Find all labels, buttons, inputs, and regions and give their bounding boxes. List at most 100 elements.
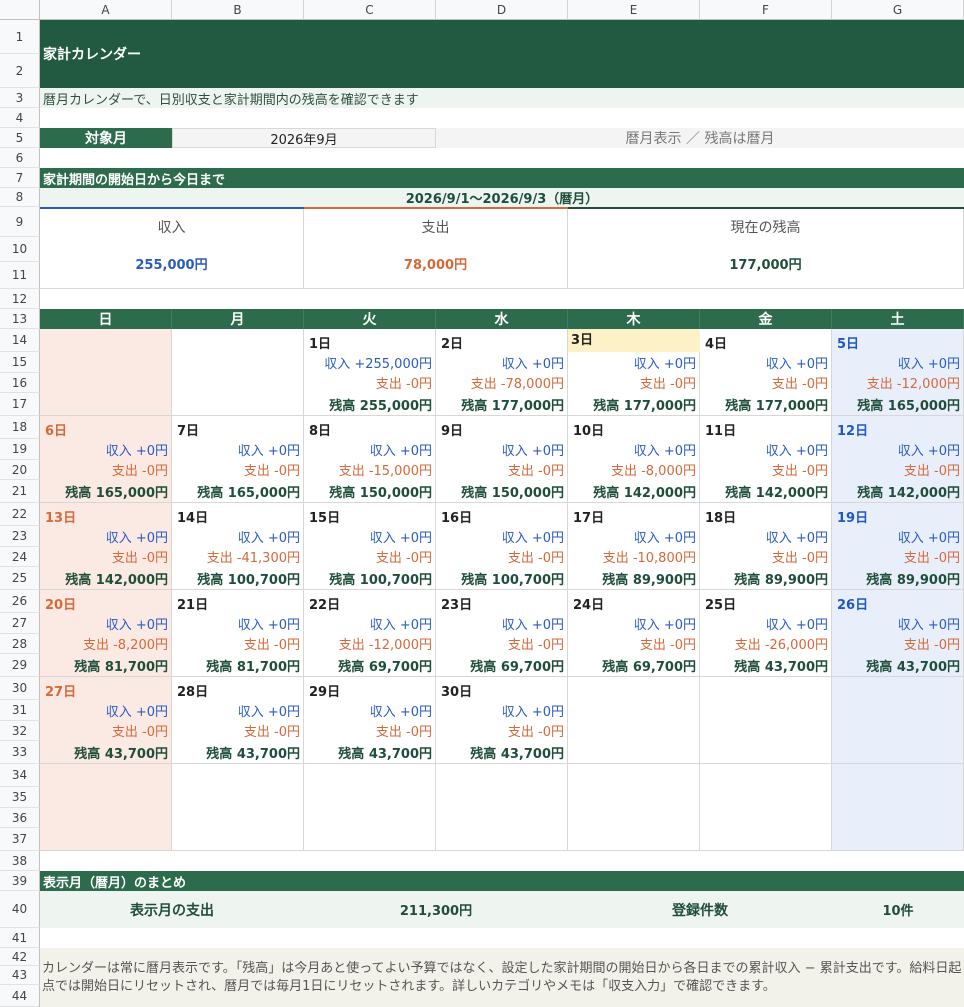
- row-header[interactable]: 21: [0, 480, 40, 503]
- calendar-empty-cell[interactable]: [832, 677, 964, 764]
- calendar-day-cell[interactable]: 26日 収入 +0円 支出 -0円 残高 43,700円: [832, 590, 964, 677]
- row-header[interactable]: 31: [0, 700, 40, 721]
- column-header[interactable]: D: [436, 0, 568, 20]
- calendar-day-cell[interactable]: 11日 収入 +0円 支出 -0円 残高 142,000円: [700, 416, 832, 503]
- calendar-empty-cell[interactable]: [40, 764, 172, 851]
- row-header[interactable]: 36: [0, 808, 40, 828]
- calendar-day-cell[interactable]: 22日 収入 +0円 支出 -12,000円 残高 69,700円: [304, 590, 436, 677]
- calendar-day-cell[interactable]: 2日 収入 +0円 支出 -78,000円 残高 177,000円: [436, 329, 568, 416]
- column-header[interactable]: A: [40, 0, 172, 20]
- column-header[interactable]: C: [304, 0, 436, 20]
- calendar-day-cell[interactable]: 12日 収入 +0円 支出 -0円 残高 142,000円: [832, 416, 964, 503]
- row-header[interactable]: 43: [0, 966, 40, 985]
- calendar-day-cell[interactable]: 4日 収入 +0円 支出 -0円 残高 177,000円: [700, 329, 832, 416]
- row-header[interactable]: 26: [0, 590, 40, 613]
- row-header[interactable]: 35: [0, 787, 40, 808]
- calendar-day-cell[interactable]: 28日 収入 +0円 支出 -0円 残高 43,700円: [172, 677, 304, 764]
- row-header[interactable]: 30: [0, 677, 40, 700]
- row-header[interactable]: 6: [0, 148, 40, 168]
- row-header[interactable]: 41: [0, 928, 40, 948]
- row-header[interactable]: 38: [0, 851, 40, 871]
- calendar-empty-cell[interactable]: [832, 764, 964, 851]
- row-header[interactable]: 19: [0, 439, 40, 460]
- period-income-label: 収入: [157, 220, 186, 236]
- calendar-day-cell[interactable]: 21日 収入 +0円 支出 -0円 残高 81,700円: [172, 590, 304, 677]
- calendar-day-cell[interactable]: 3日 収入 +0円 支出 -0円 残高 177,000円: [568, 329, 700, 416]
- calendar-day-cell[interactable]: 1日 収入 +255,000円 支出 -0円 残高 255,000円: [304, 329, 436, 416]
- calendar-day-cell[interactable]: 13日 収入 +0円 支出 -0円 残高 142,000円: [40, 503, 172, 590]
- calendar-day-cell[interactable]: 14日 収入 +0円 支出 -41,300円 残高 100,700円: [172, 503, 304, 590]
- calendar-empty-cell[interactable]: [40, 329, 172, 416]
- calendar-day-cell[interactable]: 6日 収入 +0円 支出 -0円 残高 165,000円: [40, 416, 172, 503]
- column-header[interactable]: E: [568, 0, 700, 20]
- row-header[interactable]: 11: [0, 262, 40, 289]
- period-income-value: 255,000円: [135, 258, 208, 273]
- calendar-day-cell[interactable]: 15日 収入 +0円 支出 -0円 残高 100,700円: [304, 503, 436, 590]
- row-header[interactable]: 13: [0, 309, 40, 329]
- row-header[interactable]: 7: [0, 168, 40, 188]
- calendar-day-cell[interactable]: 20日 収入 +0円 支出 -8,200円 残高 81,700円: [40, 590, 172, 677]
- column-header[interactable]: G: [832, 0, 964, 20]
- month-expense-label: 表示月の支出: [130, 902, 214, 919]
- row-header[interactable]: 27: [0, 613, 40, 634]
- day-expense: 支出 -0円: [507, 725, 564, 740]
- calendar-day-cell[interactable]: 10日 収入 +0円 支出 -8,000円 残高 142,000円: [568, 416, 700, 503]
- calendar-empty-cell[interactable]: [172, 329, 304, 416]
- calendar-empty-cell[interactable]: [304, 764, 436, 851]
- calendar-day-cell[interactable]: 23日 収入 +0円 支出 -0円 残高 69,700円: [436, 590, 568, 677]
- row-header[interactable]: 16: [0, 373, 40, 393]
- calendar-day-cell[interactable]: 24日 収入 +0円 支出 -0円 残高 69,700円: [568, 590, 700, 677]
- row-header[interactable]: 33: [0, 741, 40, 764]
- column-header[interactable]: B: [172, 0, 304, 20]
- row-header[interactable]: 44: [0, 985, 40, 1007]
- row-header[interactable]: 2: [0, 54, 40, 88]
- calendar-day-cell[interactable]: 8日 収入 +0円 支出 -15,000円 残高 150,000円: [304, 416, 436, 503]
- calendar-empty-cell[interactable]: [568, 677, 700, 764]
- row-header[interactable]: 14: [0, 329, 40, 352]
- row-header[interactable]: 25: [0, 567, 40, 590]
- row-header[interactable]: 34: [0, 764, 40, 787]
- select-all-corner[interactable]: [0, 0, 40, 20]
- row-header[interactable]: 20: [0, 460, 40, 480]
- row-header[interactable]: 24: [0, 547, 40, 567]
- day-balance: 残高 165,000円: [197, 486, 300, 501]
- calendar-day-cell[interactable]: 17日 収入 +0円 支出 -10,800円 残高 89,900円: [568, 503, 700, 590]
- row-header[interactable]: 18: [0, 416, 40, 439]
- calendar-empty-cell[interactable]: [700, 677, 832, 764]
- row-header[interactable]: 17: [0, 393, 40, 416]
- row-header[interactable]: 23: [0, 526, 40, 547]
- row-header[interactable]: 3: [0, 88, 40, 108]
- row-header[interactable]: 10: [0, 237, 40, 262]
- row-header[interactable]: 29: [0, 654, 40, 677]
- row-header[interactable]: 42: [0, 948, 40, 966]
- calendar-day-cell[interactable]: 16日 収入 +0円 支出 -0円 残高 100,700円: [436, 503, 568, 590]
- calendar-day-cell[interactable]: 29日 収入 +0円 支出 -0円 残高 43,700円: [304, 677, 436, 764]
- row-header[interactable]: 32: [0, 721, 40, 741]
- calendar-day-cell[interactable]: 9日 収入 +0円 支出 -0円 残高 150,000円: [436, 416, 568, 503]
- row-header[interactable]: 12: [0, 289, 40, 309]
- calendar-day-cell[interactable]: 30日 収入 +0円 支出 -0円 残高 43,700円: [436, 677, 568, 764]
- calendar-day-cell[interactable]: 18日 収入 +0円 支出 -0円 残高 89,900円: [700, 503, 832, 590]
- calendar-day-cell[interactable]: 5日 収入 +0円 支出 -12,000円 残高 165,000円: [832, 329, 964, 416]
- row-header[interactable]: 8: [0, 188, 40, 207]
- row-header[interactable]: 28: [0, 634, 40, 654]
- calendar-empty-cell[interactable]: [568, 764, 700, 851]
- row-header[interactable]: 1: [0, 20, 40, 54]
- row-header[interactable]: 39: [0, 871, 40, 891]
- row-header[interactable]: 5: [0, 128, 40, 148]
- row-header[interactable]: 37: [0, 828, 40, 851]
- row-header[interactable]: 15: [0, 352, 40, 373]
- row-header[interactable]: 40: [0, 891, 40, 928]
- calendar-day-cell[interactable]: 25日 収入 +0円 支出 -26,000円 残高 43,700円: [700, 590, 832, 677]
- calendar-empty-cell[interactable]: [436, 764, 568, 851]
- row-header[interactable]: 22: [0, 503, 40, 526]
- calendar-empty-cell[interactable]: [172, 764, 304, 851]
- calendar-day-cell[interactable]: 27日 収入 +0円 支出 -0円 残高 43,700円: [40, 677, 172, 764]
- target-month-select[interactable]: 2026年9月: [172, 128, 436, 148]
- row-header[interactable]: 4: [0, 108, 40, 128]
- calendar-day-cell[interactable]: 19日 収入 +0円 支出 -0円 残高 89,900円: [832, 503, 964, 590]
- calendar-day-cell[interactable]: 7日 収入 +0円 支出 -0円 残高 165,000円: [172, 416, 304, 503]
- column-header[interactable]: F: [700, 0, 832, 20]
- calendar-empty-cell[interactable]: [700, 764, 832, 851]
- row-header[interactable]: 9: [0, 207, 40, 237]
